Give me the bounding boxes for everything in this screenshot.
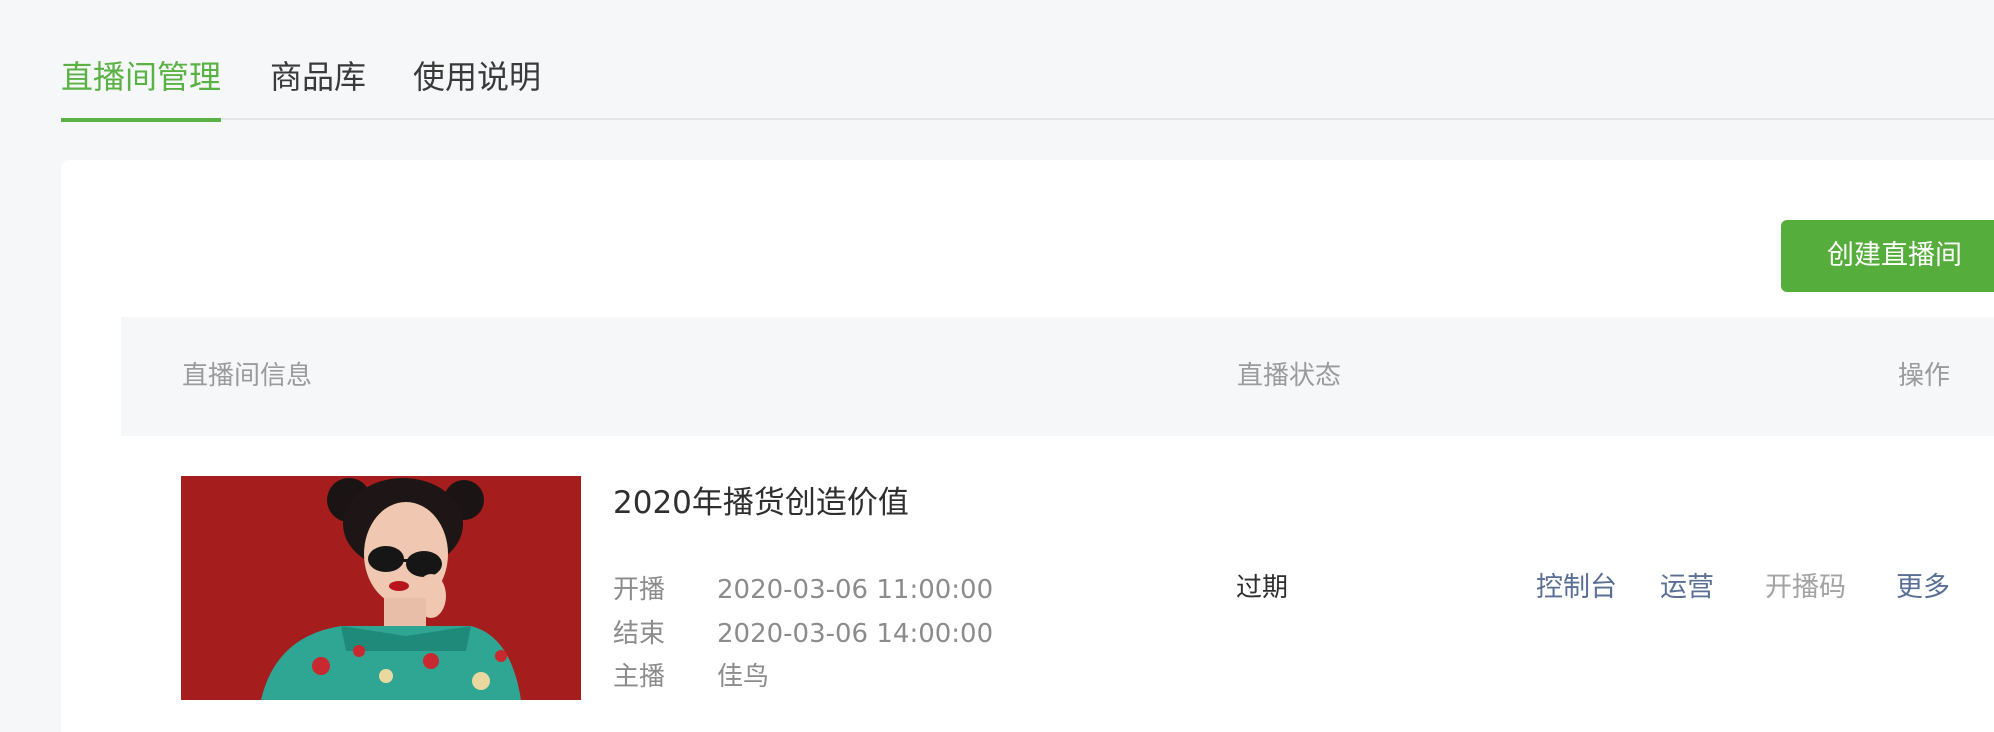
live-room-cover-image (181, 476, 581, 700)
more-link[interactable]: 更多 (1896, 568, 1950, 608)
live-status-badge: 过期 (1236, 573, 1289, 603)
start-time-value: 2020-03-06 11:00:00 (717, 575, 994, 605)
anchor-label: 主播 (613, 662, 666, 692)
anchor-value: 佳鸟 (717, 662, 770, 692)
column-header-info: 直播间信息 (182, 361, 313, 391)
column-header-status: 直播状态 (1237, 361, 1342, 391)
start-time-label: 开播 (613, 575, 666, 605)
end-time-label: 结束 (613, 619, 666, 649)
console-link[interactable]: 控制台 (1536, 568, 1617, 608)
cover-photo-icon (181, 476, 581, 700)
operations-link[interactable]: 运营 (1660, 568, 1714, 608)
broadcast-code-link[interactable]: 开播码 (1765, 568, 1846, 608)
main-tabs: 直播间管理 商品库 使用说明 (61, 52, 1994, 122)
table-header: 直播间信息 直播状态 操作 (121, 317, 1994, 436)
live-room-title: 2020年播货创造价值 (613, 485, 909, 521)
tab-live-room-management[interactable]: 直播间管理 (61, 52, 221, 122)
tab-product-library[interactable]: 商品库 (270, 52, 370, 118)
end-time-value: 2020-03-06 14:00:00 (717, 619, 994, 649)
column-header-actions: 操作 (1898, 361, 1951, 391)
tab-usage-guide[interactable]: 使用说明 (413, 52, 553, 118)
create-live-room-button[interactable]: 创建直播间 (1781, 220, 1994, 292)
